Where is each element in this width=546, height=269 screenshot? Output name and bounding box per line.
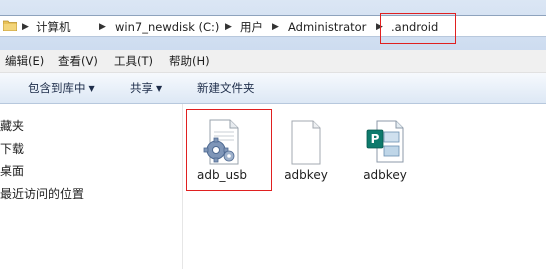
svg-text:P: P [371, 132, 380, 146]
new-folder-button[interactable]: 新建文件夹 [197, 80, 255, 96]
menu-bar: 编辑(E) 查看(V) 工具(T) 帮助(H) [0, 50, 546, 73]
menu-edit[interactable]: 编辑(E) [5, 53, 44, 69]
share-label: 共享 [130, 81, 153, 95]
menu-help[interactable]: 帮助(H) [169, 53, 210, 69]
config-settings-file-icon [202, 118, 242, 166]
chevron-down-icon: ▼ [156, 84, 163, 93]
file-name: adbkey [284, 168, 328, 182]
breadcrumb-separator-icon[interactable]: ▶ [376, 19, 383, 35]
blank-file-icon [286, 118, 326, 166]
address-bar[interactable]: ▶ 计算机 ▶ win7_newdisk (C:) ▶ 用户 ▶ Adminis… [0, 15, 546, 37]
nav-item-desktop[interactable]: 桌面 [0, 162, 24, 180]
breadcrumb-separator-icon[interactable]: ▶ [99, 19, 106, 35]
publisher-document-icon: P [365, 118, 405, 166]
file-name: adb_usb [196, 168, 248, 182]
breadcrumb-separator-icon[interactable]: ▶ [272, 19, 279, 35]
share-button[interactable]: 共享 ▼ [130, 80, 162, 96]
menu-view[interactable]: 查看(V) [58, 53, 98, 69]
file-item-adbkey-publisher[interactable]: P adbkey [350, 110, 420, 190]
breadcrumb-users[interactable]: 用户 [240, 19, 263, 35]
file-name: adbkey [363, 168, 407, 182]
folder-icon [2, 19, 18, 32]
file-item-adb-usb[interactable]: adb_usb [187, 110, 257, 190]
navigation-pane: 藏夹 下载 桌面 最近访问的位置 [0, 104, 182, 269]
nav-item-favorites[interactable]: 藏夹 [0, 117, 24, 135]
nav-item-downloads[interactable]: 下载 [0, 140, 24, 158]
menu-tools[interactable]: 工具(T) [114, 53, 153, 69]
command-bar: 包含到库中 ▼ 共享 ▼ 新建文件夹 [0, 73, 546, 104]
chevron-down-icon: ▼ [88, 84, 95, 93]
breadcrumb-android[interactable]: .android [391, 19, 438, 35]
breadcrumb-separator-icon[interactable]: ▶ [22, 19, 29, 35]
breadcrumb-computer[interactable]: 计算机 [36, 19, 71, 35]
include-in-library-button[interactable]: 包含到库中 ▼ [28, 80, 95, 96]
address-bar-row: ▶ 计算机 ▶ win7_newdisk (C:) ▶ 用户 ▶ Adminis… [0, 0, 546, 50]
include-in-library-label: 包含到库中 [28, 81, 86, 95]
file-item-adbkey[interactable]: adbkey [271, 110, 341, 190]
breadcrumb-drive[interactable]: win7_newdisk (C:) [115, 19, 219, 35]
nav-item-recent-places[interactable]: 最近访问的位置 [0, 185, 84, 203]
breadcrumb-separator-icon[interactable]: ▶ [225, 19, 232, 35]
breadcrumb-administrator[interactable]: Administrator [288, 19, 366, 35]
